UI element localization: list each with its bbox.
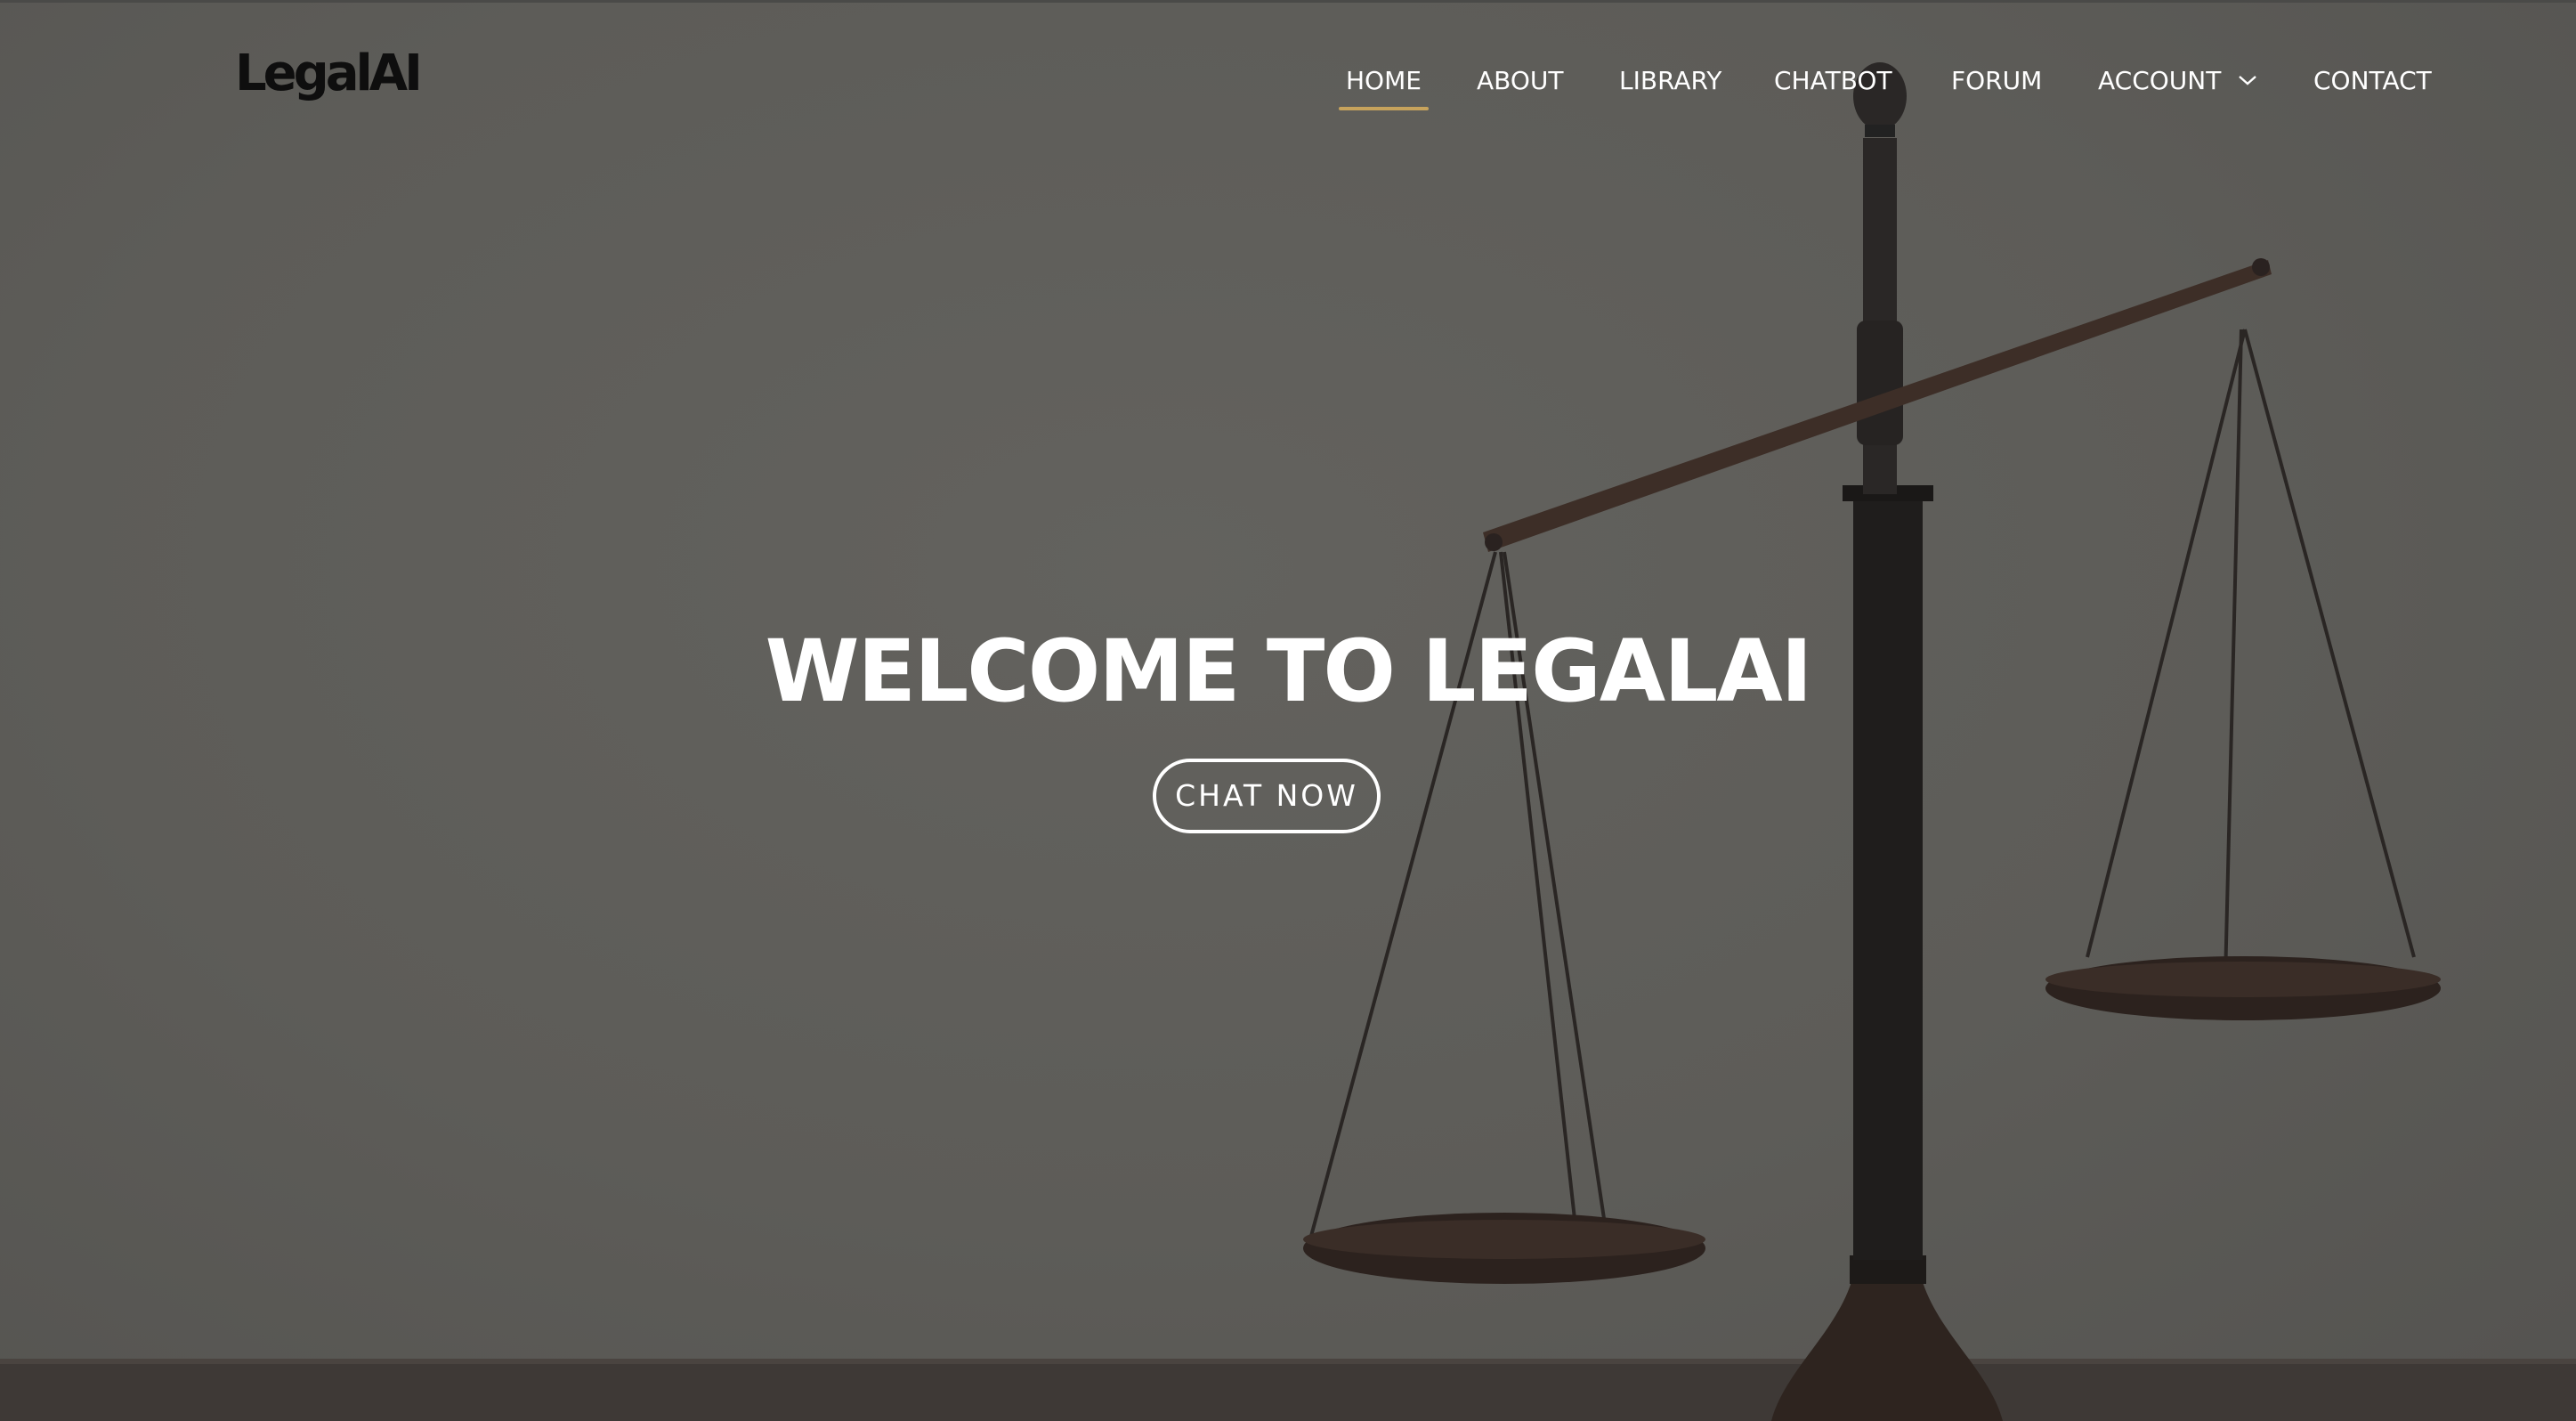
nav-account-label: ACCOUNT bbox=[2098, 66, 2222, 95]
logo[interactable]: LegalAI bbox=[235, 45, 423, 102]
nav-account[interactable]: ACCOUNT bbox=[2098, 62, 2257, 116]
chevron-down-icon bbox=[2239, 76, 2257, 85]
chat-now-button[interactable]: CHAT NOW bbox=[1153, 759, 1381, 833]
nav-chatbot-label: CHATBOT bbox=[1774, 66, 1892, 95]
nav-library[interactable]: LIBRARY bbox=[1619, 62, 1721, 116]
nav-contact-label: CONTACT bbox=[2313, 66, 2432, 95]
nav-about[interactable]: ABOUT bbox=[1477, 62, 1564, 116]
nav-home-label: HOME bbox=[1346, 66, 1422, 95]
active-underline bbox=[1339, 107, 1429, 110]
hero-title: WELCOME TO LEGALAI bbox=[765, 621, 1813, 721]
nav-forum-label: FORUM bbox=[1951, 66, 2043, 95]
nav-about-label: ABOUT bbox=[1477, 66, 1564, 95]
nav-home[interactable]: HOME bbox=[1339, 62, 1429, 116]
nav-contact[interactable]: CONTACT bbox=[2313, 62, 2432, 116]
nav-chatbot[interactable]: CHATBOT bbox=[1774, 62, 1892, 116]
nav-forum[interactable]: FORUM bbox=[1951, 62, 2042, 116]
nav-library-label: LIBRARY bbox=[1619, 66, 1722, 95]
top-border bbox=[0, 0, 2576, 3]
